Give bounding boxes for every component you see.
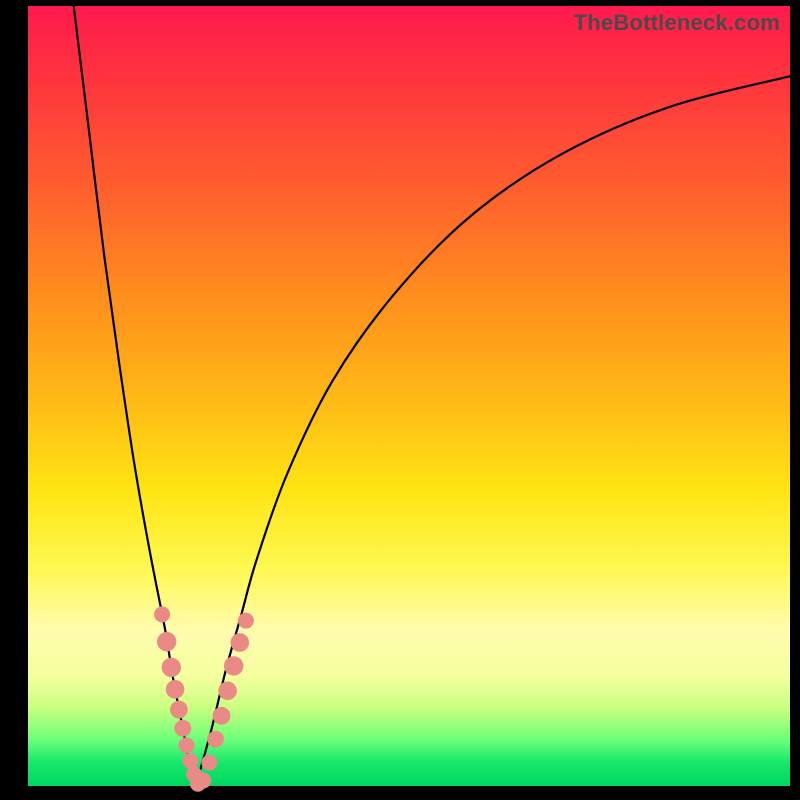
bead-group <box>154 606 254 791</box>
curve-group <box>74 6 790 786</box>
bead-marker <box>231 633 250 652</box>
bead-marker <box>238 613 254 629</box>
bead-marker <box>179 737 195 753</box>
bead-marker <box>170 701 188 719</box>
bead-marker <box>195 773 211 789</box>
chart-frame: TheBottleneck.com <box>0 0 800 800</box>
bead-marker <box>157 632 176 651</box>
plot-area: TheBottleneck.com <box>28 6 790 786</box>
curve-svg <box>28 6 790 786</box>
bead-marker <box>174 720 191 737</box>
bead-marker <box>213 707 231 725</box>
bead-marker <box>224 656 243 675</box>
curve-right-branch <box>196 76 790 786</box>
bead-marker <box>207 731 224 748</box>
bead-marker <box>218 682 237 701</box>
bead-marker <box>162 658 181 677</box>
bead-marker <box>201 755 217 771</box>
bead-marker <box>154 606 170 622</box>
bead-marker <box>166 680 185 699</box>
